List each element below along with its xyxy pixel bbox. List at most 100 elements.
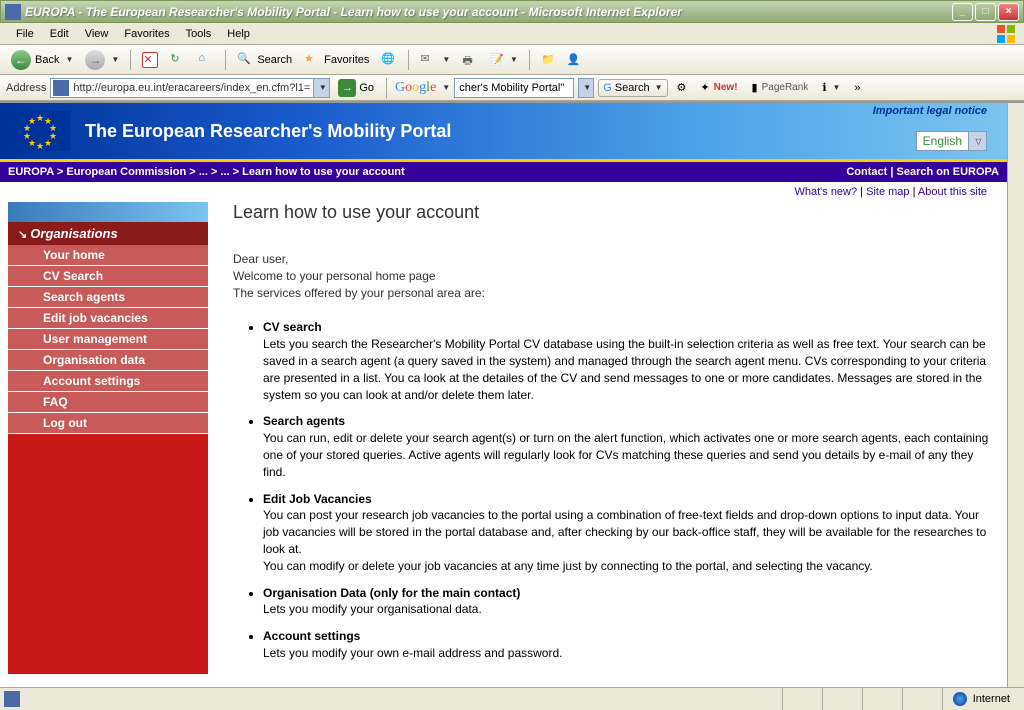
refresh-icon: ↻ [170, 52, 186, 68]
home-icon: ⌂ [198, 52, 214, 68]
google-new-button[interactable]: ✦ New! [695, 78, 742, 97]
google-search-input[interactable] [455, 82, 573, 94]
refresh-button[interactable]: ↻ [165, 49, 191, 71]
dropdown-icon: ▼ [65, 55, 73, 64]
service-desc: Lets you modify your own e-mail address … [263, 646, 562, 660]
print-button[interactable]: 🖶 [457, 49, 483, 71]
dropdown-icon[interactable]: ▼ [442, 83, 450, 92]
menu-help[interactable]: Help [219, 26, 258, 42]
chevron-down-icon: ▼ [319, 83, 327, 92]
status-zone: Internet [942, 688, 1020, 710]
google-search-button[interactable]: G Search ▼ [598, 79, 667, 97]
stop-button[interactable]: ✕ [137, 49, 163, 71]
breadcrumb-path[interactable]: EUROPA > European Commission > ... > ...… [8, 166, 405, 178]
vertical-scrollbar[interactable] [1007, 103, 1024, 687]
service-title: Edit Job Vacancies [263, 491, 989, 508]
new-icon: ✦ [700, 81, 709, 94]
service-item: CV search Lets you search the Researcher… [263, 319, 989, 403]
pagerank-button[interactable]: ▮ PageRank [747, 78, 814, 97]
menu-tools[interactable]: Tools [178, 26, 220, 42]
go-button[interactable]: → Go [334, 77, 378, 99]
service-desc: You can run, edit or delete your search … [263, 431, 988, 479]
maximize-button[interactable]: □ [975, 3, 996, 21]
address-label: Address [6, 82, 46, 94]
sidebar-item-accountsettings[interactable]: Account settings [8, 371, 208, 392]
sidebar-fill [8, 434, 208, 674]
search-europa-link[interactable]: Search on EUROPA [897, 166, 1000, 178]
contact-link[interactable]: Contact [846, 166, 887, 178]
service-item: Edit Job Vacancies You can post your res… [263, 491, 989, 575]
back-button[interactable]: ← Back ▼ [6, 47, 78, 73]
chevron-down-icon: ▼ [583, 83, 591, 92]
window-title: EUROPA - The European Researcher's Mobil… [25, 5, 952, 19]
pagerank-icon: ▮ [752, 81, 758, 94]
ie-icon [5, 4, 21, 20]
whats-new-link[interactable]: What's new? [794, 186, 857, 198]
sidebar-item-logout[interactable]: Log out [8, 413, 208, 434]
services-list: CV search Lets you search the Researcher… [233, 319, 989, 661]
discuss-button[interactable]: 📁 [536, 50, 560, 69]
media-button[interactable]: 🌐 [376, 49, 402, 71]
language-dropdown-button[interactable]: ▽ [968, 132, 986, 150]
sidebar-item-editvacancies[interactable]: Edit job vacancies [8, 308, 208, 329]
messenger-button[interactable]: 👤 [562, 50, 586, 69]
page-icon [53, 80, 69, 96]
edit-button[interactable]: 📝▼ [485, 50, 523, 69]
sublinks: What's new? | Site map | About this site [0, 182, 1007, 202]
messenger-icon: 👤 [567, 53, 581, 66]
sidebar-item-usermgmt[interactable]: User management [8, 329, 208, 350]
status-section [782, 688, 822, 710]
intro-line2: Welcome to your personal home page [233, 268, 989, 285]
forward-button[interactable]: → ▼ [80, 47, 124, 73]
dropdown-icon: ▼ [442, 55, 450, 64]
sidebar-item-cvsearch[interactable]: CV Search [8, 266, 208, 287]
menu-view[interactable]: View [77, 26, 117, 42]
window-titlebar: EUROPA - The European Researcher's Mobil… [0, 0, 1024, 23]
search-label: Search [257, 54, 292, 66]
address-dropdown[interactable]: ▼ [313, 79, 329, 97]
language-selector[interactable]: English ▽ [916, 131, 987, 151]
legal-notice-link[interactable]: Important legal notice [873, 105, 987, 117]
toolbar: ← Back ▼ → ▼ ✕ ↻ ⌂ 🔍 Search ★ Favorites … [0, 45, 1024, 75]
zone-label: Internet [973, 693, 1010, 705]
service-item: Search agents You can run, edit or delet… [263, 413, 989, 480]
address-input[interactable] [71, 82, 313, 94]
chevron-down-icon: ▽ [975, 137, 981, 146]
service-item: Account settings Lets you modify your ow… [263, 628, 989, 662]
home-button[interactable]: ⌂ [193, 49, 219, 71]
intro-line1: Dear user, [233, 251, 989, 268]
info-icon: ℹ [822, 81, 826, 94]
language-value: English [917, 134, 968, 148]
go-label: Go [359, 82, 374, 94]
gear-icon: ⚙ [677, 81, 687, 94]
minimize-button[interactable]: _ [952, 3, 973, 21]
menu-edit[interactable]: Edit [42, 26, 77, 42]
sidebar-item-searchagents[interactable]: Search agents [8, 287, 208, 308]
back-icon: ← [11, 50, 31, 70]
more-icon: » [854, 82, 860, 94]
google-options-button[interactable]: ⚙ [672, 78, 692, 97]
sidebar-item-home[interactable]: Your home [8, 245, 208, 266]
favorites-button[interactable]: ★ Favorites [299, 49, 374, 71]
sidebar-item-faq[interactable]: FAQ [8, 392, 208, 413]
service-title: Account settings [263, 628, 989, 645]
info-button[interactable]: ℹ▼ [817, 78, 845, 97]
media-icon: 🌐 [381, 52, 397, 68]
forward-icon: → [85, 50, 105, 70]
menu-file[interactable]: File [8, 26, 42, 42]
sitemap-link[interactable]: Site map [866, 186, 909, 198]
close-button[interactable]: × [998, 3, 1019, 21]
search-button[interactable]: 🔍 Search [232, 49, 297, 71]
stop-icon: ✕ [142, 52, 158, 68]
more-button[interactable]: » [849, 79, 865, 97]
mail-button[interactable]: ✉▼ [415, 49, 455, 71]
discuss-icon: 📁 [541, 53, 555, 66]
about-link[interactable]: About this site [918, 186, 987, 198]
google-dropdown[interactable]: ▼ [578, 78, 594, 98]
mail-icon: ✉ [420, 52, 436, 68]
sidebar: Organisations Your home CV Search Search… [8, 202, 208, 682]
portal-title: The European Researcher's Mobility Porta… [85, 121, 451, 142]
dropdown-icon: ▼ [111, 55, 119, 64]
sidebar-item-orgdata[interactable]: Organisation data [8, 350, 208, 371]
menu-favorites[interactable]: Favorites [116, 26, 177, 42]
